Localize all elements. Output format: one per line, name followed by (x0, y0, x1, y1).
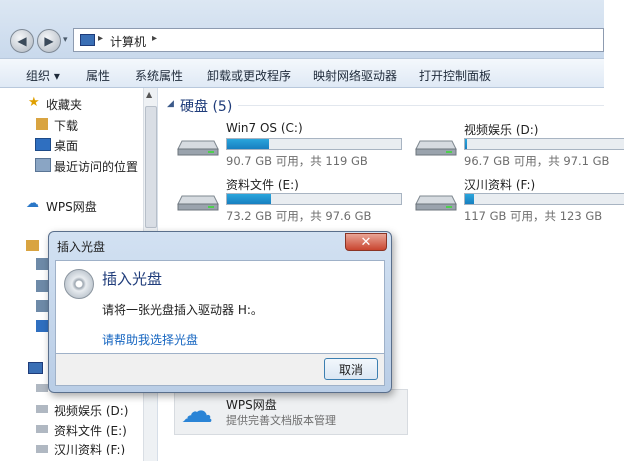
back-arrow-icon: ◀ (17, 34, 27, 48)
drive-size: 96.7 GB 可用，共 97.1 GB (464, 154, 610, 168)
open-control-panel-button[interactable]: 打开控制面板 (419, 67, 491, 84)
wps-card-title: WPS网盘 (226, 398, 277, 412)
star-icon: ★ (28, 95, 40, 110)
library-icon (26, 240, 39, 251)
wps-card-subtitle: 提供完善文档版本管理 (226, 414, 336, 427)
library-item-icon (36, 320, 48, 332)
sidebar-item-recent[interactable]: 最近访问的位置 (54, 158, 138, 175)
library-item-icon (36, 300, 48, 312)
collapse-arrow-icon[interactable]: ◢ (167, 99, 174, 109)
drive-usage-fill (227, 139, 269, 149)
insert-disc-dialog: 插入光盘 ✕ 插入光盘 请将一张光盘插入驱动器 H:。 请帮助我选择光盘 取消 (48, 231, 392, 393)
sidebar-item-wps[interactable]: WPS网盘 (46, 198, 97, 215)
drive-name: 视频娱乐 (D:) (464, 123, 539, 137)
sidebar-item-drive-f[interactable]: 汉川资料 (F:) (54, 441, 125, 455)
scroll-thumb[interactable] (145, 106, 157, 228)
breadcrumb-computer[interactable]: 计算机 (110, 33, 146, 50)
downloads-folder-icon (36, 118, 48, 130)
breadcrumb-arrow-icon[interactable]: ▸ (98, 33, 103, 44)
close-button[interactable]: ✕ (345, 233, 387, 251)
drive-tile[interactable]: 汉川资料 (F:) 117 GB 可用，共 123 GB (414, 176, 624, 224)
section-hard-disks[interactable]: 硬盘 (5) (180, 96, 232, 116)
drive-size: 117 GB 可用，共 123 GB (464, 209, 603, 223)
section-divider (238, 105, 604, 106)
drive-tile[interactable]: 资料文件 (E:) 73.2 GB 可用，共 97.6 GB (176, 176, 402, 224)
hard-drive-icon (177, 195, 219, 211)
system-properties-button[interactable]: 系统属性 (135, 67, 183, 84)
desktop-icon (35, 138, 51, 151)
drive-usage-bar (464, 138, 624, 150)
drive-tile[interactable]: 视频娱乐 (D:) 96.7 GB 可用，共 97.1 GB (414, 121, 624, 169)
organize-button[interactable]: 组织 ▾ (26, 67, 60, 84)
wps-cloud-card[interactable]: ☁ WPS网盘 提供完善文档版本管理 (174, 389, 408, 435)
cancel-button[interactable]: 取消 (324, 358, 378, 380)
dialog-message: 请将一张光盘插入驱动器 H:。 (102, 303, 263, 317)
properties-button[interactable]: 属性 (86, 67, 110, 84)
hard-drive-icon (415, 140, 457, 156)
computer-icon (80, 34, 95, 46)
map-network-drive-button[interactable]: 映射网络驱动器 (313, 67, 397, 84)
help-choose-disc-link[interactable]: 请帮助我选择光盘 (102, 331, 198, 348)
history-dropdown-icon[interactable]: ▾ (63, 35, 68, 45)
recent-places-icon (35, 158, 51, 172)
dialog-title: 插入光盘 (57, 240, 106, 254)
uninstall-program-button[interactable]: 卸载或更改程序 (207, 67, 291, 84)
sidebar-item-downloads[interactable]: 下载 (54, 117, 78, 134)
dialog-footer: 取消 (55, 354, 385, 386)
dialog-body: 插入光盘 请将一张光盘插入驱动器 H:。 请帮助我选择光盘 (55, 260, 385, 354)
forward-arrow-icon: ▶ (44, 34, 54, 48)
library-item-icon (36, 258, 48, 270)
drive-name: 汉川资料 (F:) (464, 178, 536, 192)
dialog-heading: 插入光盘 (102, 270, 163, 288)
drive-usage-fill (465, 194, 474, 204)
drive-icon (36, 405, 48, 413)
sidebar-item-desktop[interactable]: 桌面 (54, 137, 78, 154)
drive-usage-fill (227, 194, 271, 204)
hard-drive-icon (177, 140, 219, 156)
cloud-icon: ☁ (26, 196, 39, 211)
drive-size: 73.2 GB 可用，共 97.6 GB (226, 209, 372, 223)
cloud-icon: ☁ (181, 392, 213, 430)
drive-name: Win7 OS (C:) (226, 121, 303, 135)
drive-name: 资料文件 (E:) (226, 178, 299, 192)
computer-icon (28, 362, 43, 374)
drive-usage-bar (226, 193, 402, 205)
scroll-up-icon[interactable]: ▲ (146, 90, 152, 99)
close-icon: ✕ (360, 234, 372, 250)
hard-drive-icon (415, 195, 457, 211)
disc-icon (64, 269, 94, 299)
library-item-icon (36, 280, 48, 292)
sidebar-item-drive-d[interactable]: 视频娱乐 (D:) (54, 402, 128, 419)
drive-icon (36, 384, 48, 392)
drive-icon (36, 445, 48, 453)
drive-tile[interactable]: Win7 OS (C:) 90.7 GB 可用，共 119 GB (176, 121, 402, 169)
drive-usage-fill (465, 139, 467, 149)
drive-icon (36, 425, 48, 433)
sidebar-item-favorites[interactable]: 收藏夹 (46, 96, 82, 113)
address-bar[interactable]: ▸ 计算机 ▸ (73, 28, 604, 52)
drive-usage-bar (464, 193, 624, 205)
command-toolbar: 组织 ▾ 属性 系统属性 卸载或更改程序 映射网络驱动器 打开控制面板 (0, 58, 604, 88)
forward-button[interactable]: ▶ (37, 29, 61, 53)
back-button[interactable]: ◀ (10, 29, 34, 53)
drive-usage-bar (226, 138, 402, 150)
sidebar-item-drive-e[interactable]: 资料文件 (E:) (54, 422, 127, 439)
drive-size: 90.7 GB 可用，共 119 GB (226, 154, 368, 168)
breadcrumb-arrow-icon[interactable]: ▸ (152, 33, 157, 44)
